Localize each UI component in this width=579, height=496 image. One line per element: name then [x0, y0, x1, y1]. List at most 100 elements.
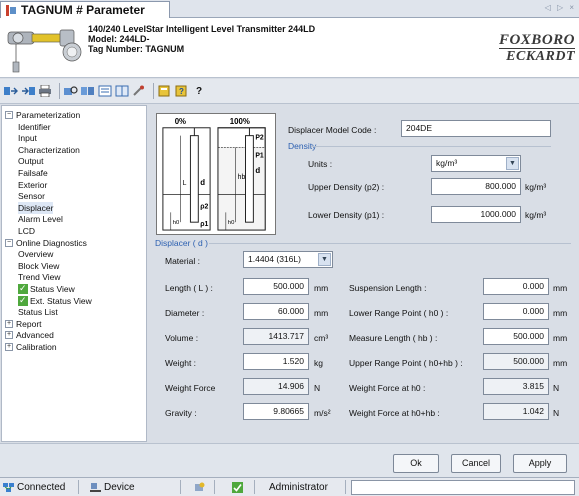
- check-status-icon: [232, 482, 243, 493]
- device-search-icon[interactable]: [64, 84, 78, 98]
- dialog-button-bar: Ok Cancel Apply: [0, 443, 579, 477]
- device-description: 140/240 LevelStar Intelligent Level Tran…: [88, 24, 316, 34]
- tree-item-label: LCD: [18, 226, 36, 236]
- length-unit: mm: [314, 283, 329, 293]
- device-online-icon: [195, 482, 205, 491]
- chevron-down-icon[interactable]: ▼: [506, 157, 519, 170]
- tree-item-sensor[interactable]: Sensor: [18, 190, 45, 202]
- length-input[interactable]: 500.000: [243, 278, 309, 295]
- volume-label: Volume :: [165, 333, 199, 343]
- tree-item-input[interactable]: Input: [18, 132, 37, 144]
- expand-icon[interactable]: +: [5, 319, 13, 328]
- units-select[interactable]: kg/m³ ▼: [431, 155, 521, 172]
- status-bar: Connected Device Administrator: [0, 477, 579, 496]
- tree-item-alarm-level[interactable]: Alarm Level: [18, 213, 63, 225]
- device-compare-icon[interactable]: [81, 84, 95, 98]
- measure-length-input[interactable]: 500.000: [483, 328, 549, 345]
- upper-density-input[interactable]: 800.000: [431, 178, 521, 195]
- material-value: 1.4404 (316L): [248, 254, 301, 264]
- tree-item-label: Output: [18, 156, 44, 167]
- tree-item-block-view[interactable]: Block View: [18, 260, 59, 272]
- diameter-unit: mm: [314, 308, 329, 318]
- collapse-icon[interactable]: −: [5, 238, 13, 247]
- read-from-device-icon[interactable]: [4, 84, 18, 98]
- weight-force-h0hb-label: Weight Force at h0+hb :: [349, 408, 440, 418]
- apply-button[interactable]: Apply: [513, 454, 567, 473]
- tree-item-exterior[interactable]: Exterior: [18, 179, 47, 191]
- tree-item-ext-status-view[interactable]: Ext. Status View: [18, 294, 92, 307]
- table-view-icon[interactable]: [115, 84, 129, 98]
- tree-item-overview[interactable]: Overview: [18, 248, 53, 260]
- diameter-input[interactable]: 60.000: [243, 303, 309, 320]
- lower-range-point-unit: mm: [553, 308, 568, 318]
- tree-item-label: Parameterization: [16, 110, 81, 120]
- tree-item-displacer[interactable]: Displacer: [18, 201, 54, 214]
- tree-item-characterization[interactable]: Characterization: [18, 144, 80, 156]
- tree-item-label: Overview: [18, 249, 54, 260]
- tree-item-label: Alarm Level: [18, 214, 63, 225]
- tree-item-output[interactable]: Output: [18, 155, 44, 167]
- weight-input[interactable]: 1.520: [243, 353, 309, 370]
- lower-density-unit: kg/m³: [525, 210, 547, 220]
- tree-item-label: Sensor: [18, 191, 45, 202]
- diameter-label: Diameter :: [165, 308, 205, 318]
- volume-value: 1413.717: [243, 328, 309, 345]
- ok-button[interactable]: Ok: [393, 454, 439, 473]
- gravity-label: Gravity :: [165, 408, 197, 418]
- tree-item-report[interactable]: + Report: [5, 318, 42, 330]
- tree-item-label: Failsafe: [18, 168, 48, 178]
- tree-item-label: Identifier: [18, 121, 51, 132]
- tree-item-failsafe[interactable]: Failsafe: [18, 167, 48, 179]
- tree-item-status-list[interactable]: Status List: [18, 306, 58, 318]
- displacer-panel: 0% 100% d d L hb h0 h0 ρ2 ρ1 P2 P1 Displ…: [149, 105, 579, 442]
- help-book-icon[interactable]: [158, 84, 172, 98]
- lower-range-point-input[interactable]: 0.000: [483, 303, 549, 320]
- collapse-icon[interactable]: −: [5, 111, 13, 119]
- tree-item-label: Calibration: [16, 342, 57, 352]
- tab-nav-arrows[interactable]: ◁ ▷ ×: [545, 3, 576, 12]
- tree-item-calibration[interactable]: + Calibration: [5, 341, 57, 353]
- expand-icon[interactable]: +: [5, 343, 13, 351]
- tab-parameter[interactable]: TAGNUM # Parameter: [0, 1, 170, 18]
- suspension-length-input[interactable]: 0.000: [483, 278, 549, 295]
- chevron-down-icon[interactable]: ▼: [318, 253, 331, 266]
- tree-item-identifier[interactable]: Identifier: [18, 121, 51, 133]
- cancel-button[interactable]: Cancel: [451, 454, 501, 473]
- expand-icon[interactable]: +: [5, 331, 13, 340]
- tree-item-label: Status List: [18, 307, 58, 318]
- upper-density-unit: kg/m³: [525, 182, 547, 192]
- list-view-icon[interactable]: [98, 84, 112, 98]
- write-to-device-icon[interactable]: [21, 84, 35, 98]
- tree-item-lcd[interactable]: LCD: [18, 225, 35, 237]
- tools-icon[interactable]: [132, 84, 146, 98]
- displacer-group-title: Displacer ( d ): [155, 238, 208, 248]
- tree-item-label: Status View: [30, 284, 75, 294]
- displacer-diagram: 0% 100% d d L hb h0 h0 ρ2 ρ1 P2 P1: [156, 113, 276, 235]
- upper-density-label: Upper Density (p2) :: [308, 182, 385, 192]
- tree-item-parameterization[interactable]: − Parameterization: [5, 109, 80, 121]
- weight-force-h0hb-value: 1.042: [483, 403, 549, 420]
- tree-item-label: Online Diagnostics: [16, 237, 87, 248]
- print-icon[interactable]: [38, 84, 52, 98]
- device-model: Model: 244LD-: [88, 34, 150, 44]
- toolbar: ? ?: [0, 79, 579, 104]
- context-help-icon[interactable]: ?: [175, 84, 189, 98]
- lower-density-input[interactable]: 1000.000: [431, 206, 521, 223]
- weight-force-unit: N: [314, 383, 321, 393]
- tree-item-online-diagnostics[interactable]: − Online Diagnostics: [5, 237, 87, 249]
- model-code-input[interactable]: 204DE: [401, 120, 551, 137]
- tree-item-advanced[interactable]: + Advanced: [5, 329, 54, 341]
- material-select[interactable]: 1.4404 (316L) ▼: [243, 251, 333, 268]
- transmitter-picture-icon: [7, 29, 82, 73]
- help-question-icon[interactable]: ?: [192, 84, 206, 98]
- brand-foxboro: FOXBORO: [498, 32, 575, 49]
- weight-force-value: 14.906: [243, 378, 309, 395]
- diagram-rho1: ρ1: [200, 221, 208, 228]
- diagram-p1: P1: [255, 152, 264, 159]
- gravity-input[interactable]: 9.80665: [243, 403, 309, 420]
- brand-logo: FOXBORO ECKARDT: [498, 32, 575, 65]
- model-code-label: Displacer Model Code :: [288, 125, 377, 135]
- tab-strip: TAGNUM # Parameter ◁ ▷ ×: [0, 0, 579, 18]
- weight-label: Weight :: [165, 358, 197, 368]
- status-check-icon: [18, 294, 28, 306]
